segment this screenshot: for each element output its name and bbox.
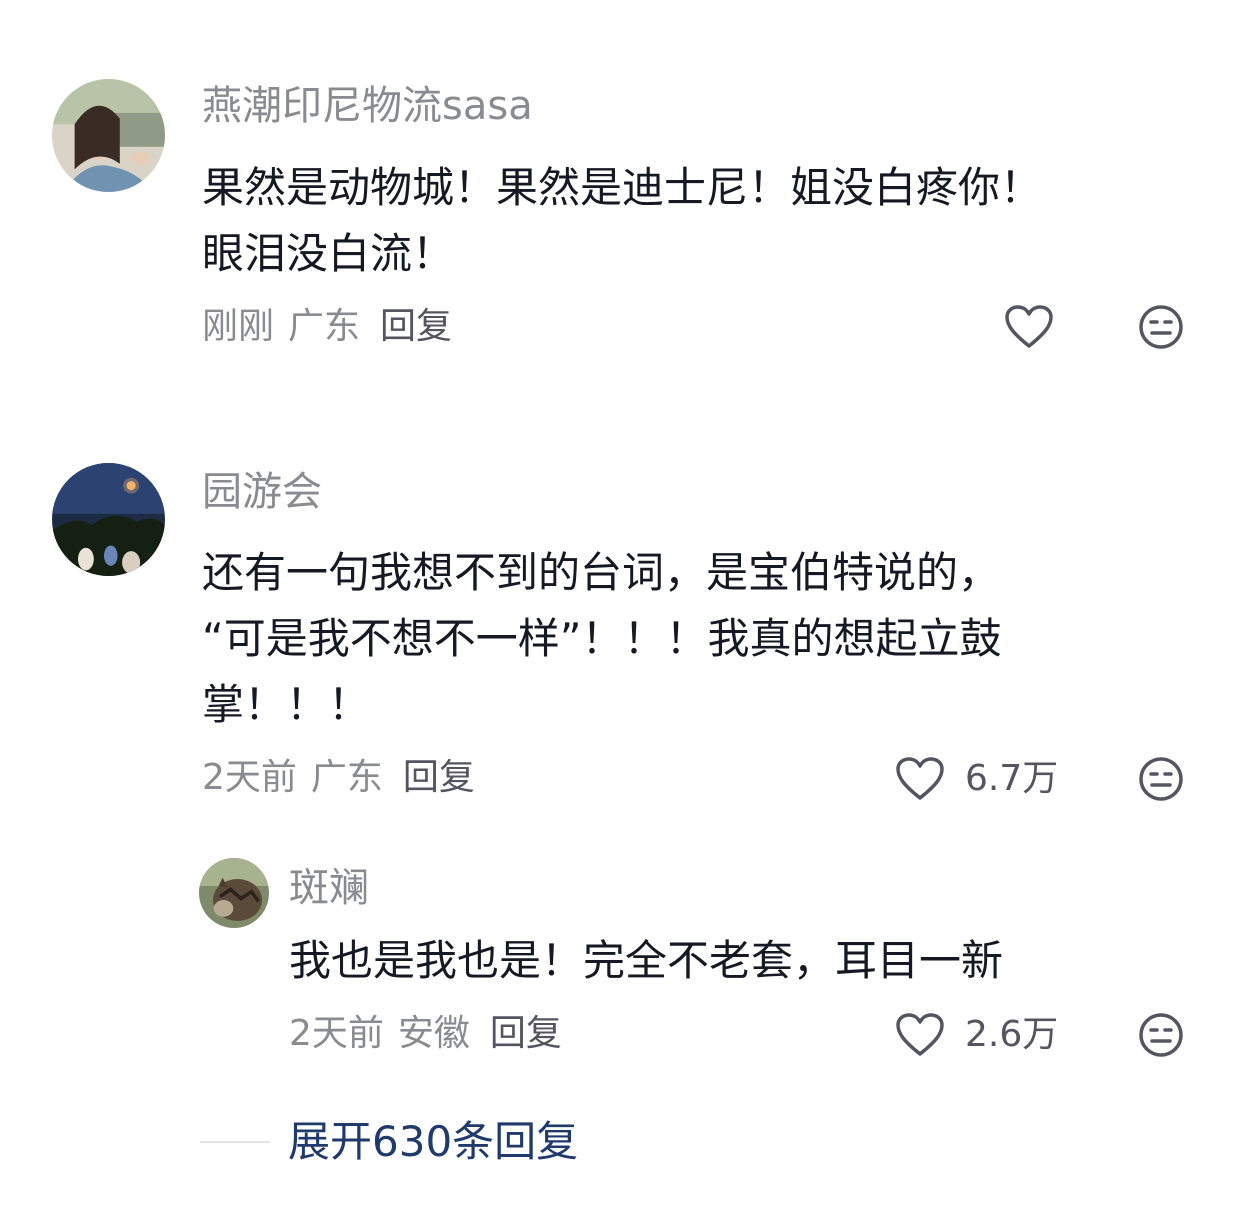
- comment-text-line: 果然是动物城！果然是迪士尼！姐没白疼你！: [202, 163, 1043, 212]
- like-button[interactable]: 2.6万: [895, 1012, 1058, 1058]
- expand-divider: [200, 1141, 270, 1143]
- reply-username[interactable]: 斑斓: [289, 864, 369, 912]
- like-count: 2.6万: [965, 1014, 1059, 1055]
- comment-meta: 2天前 广东 回复: [202, 756, 475, 800]
- comment-text-line: 掌！！！: [202, 680, 371, 729]
- dislike-button[interactable]: [1137, 1011, 1185, 1059]
- heart-outline-icon: [1005, 305, 1053, 348]
- dislike-button[interactable]: [1137, 755, 1185, 803]
- comment-time: 刚刚: [202, 306, 275, 347]
- like-button[interactable]: [1004, 304, 1074, 350]
- dislike-button[interactable]: [1137, 303, 1185, 351]
- meh-face-icon: [1139, 305, 1183, 349]
- reply-button[interactable]: 回复: [380, 305, 452, 349]
- comment-text-line: “可是我不想不一样”！！！我真的想起立鼓: [202, 614, 1002, 663]
- comment-text-line: 眼泪没白流！: [202, 229, 455, 278]
- reply-text-line: 我也是我也是！完全不老套，耳目一新: [289, 936, 1004, 985]
- like-button[interactable]: 6.7万: [895, 756, 1058, 802]
- comment-location: 广东: [310, 757, 383, 798]
- comment-time: 2天前: [202, 757, 297, 798]
- reply-button[interactable]: 回复: [490, 1012, 562, 1056]
- comment-username[interactable]: 燕潮印尼物流sasa: [202, 82, 533, 130]
- like-count: 6.7万: [965, 758, 1059, 799]
- reply-time: 2天前: [289, 1013, 384, 1054]
- heart-outline-icon: [896, 757, 944, 800]
- heart-outline-icon: [896, 1013, 944, 1056]
- comment-meta: 刚刚 广东 回复: [202, 305, 452, 349]
- meh-face-icon: [1139, 1013, 1183, 1057]
- avatar[interactable]: [199, 858, 269, 928]
- comment-location: 广东: [288, 306, 361, 347]
- comment-username[interactable]: 园游会: [202, 468, 322, 516]
- meh-face-icon: [1139, 757, 1183, 801]
- reply-location: 安徽: [397, 1013, 470, 1054]
- avatar[interactable]: [52, 463, 165, 576]
- comment-text-line: 还有一句我想不到的台词，是宝伯特说的，: [202, 548, 1001, 597]
- reply-button[interactable]: 回复: [403, 756, 475, 800]
- reply-meta: 2天前 安徽 回复: [289, 1012, 562, 1056]
- avatar[interactable]: [52, 79, 165, 192]
- expand-replies-button[interactable]: 展开630条回复: [288, 1114, 578, 1170]
